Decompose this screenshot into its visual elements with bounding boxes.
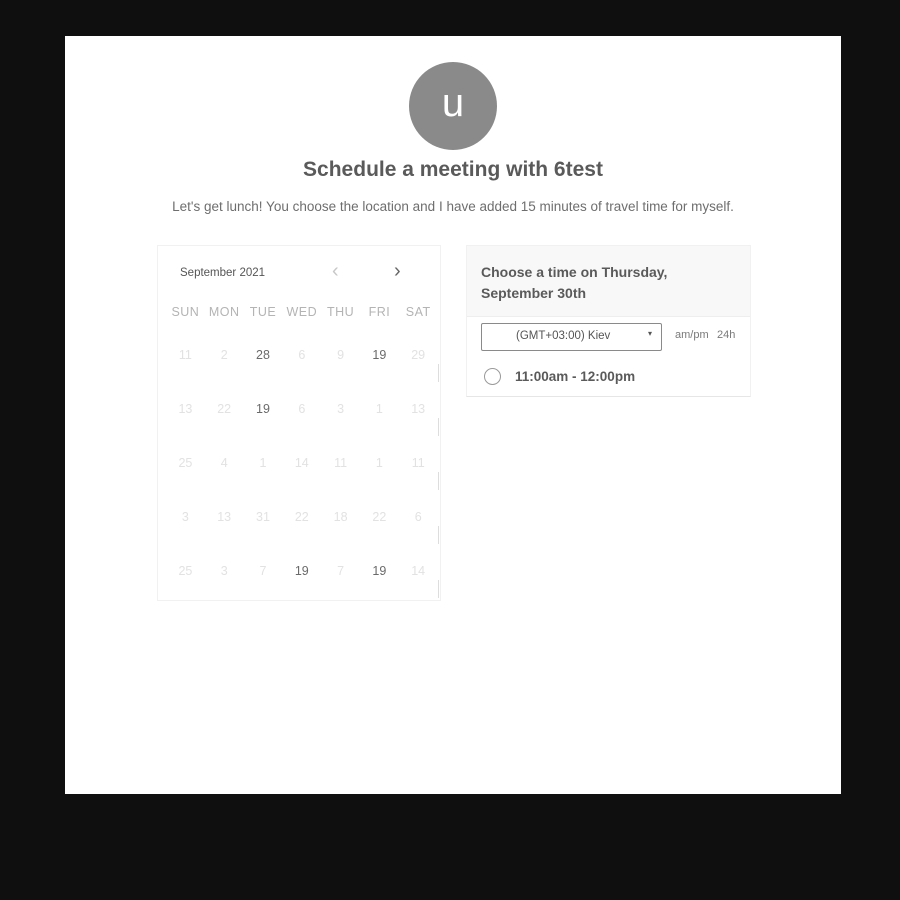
- calendar-day: 25: [178, 456, 193, 470]
- calendar-day: 13: [178, 402, 193, 416]
- date-picker-calendar: September 2021 ‹ › SUN MON TUE WED THU F…: [157, 245, 441, 601]
- weekday-label: MON: [208, 305, 240, 319]
- calendar-day: 18: [333, 510, 348, 524]
- calendar-day: 14: [411, 564, 426, 578]
- calendar-day: 31: [256, 510, 270, 524]
- calendar-day: 29: [411, 348, 426, 362]
- weekday-label: FRI: [368, 305, 391, 319]
- calendar-day[interactable]: 28: [244, 348, 283, 362]
- row-divider-tick: [438, 364, 439, 382]
- calendar-month-label: September 2021: [180, 267, 266, 279]
- ampm-format-toggle[interactable]: am/pm: [675, 329, 709, 341]
- time-slot-option[interactable]: 11:00am - 12:00pm: [484, 365, 635, 387]
- weekday-header-row: SUN MON TUE WED THU FRI SAT: [166, 305, 438, 319]
- host-avatar: u: [409, 62, 497, 150]
- calendar-day: 3: [337, 402, 345, 416]
- calendar-day: 11: [334, 456, 348, 470]
- calendar-day[interactable]: 19: [360, 564, 399, 578]
- next-month-chevron-icon[interactable]: ›: [394, 260, 401, 283]
- calendar-day: 22: [372, 510, 387, 524]
- calendar-week-row: 3 13 31 22 18 22 6: [166, 490, 439, 544]
- calendar-day: 1: [375, 402, 383, 416]
- calendar-day: 6: [414, 510, 422, 524]
- calendar-day: 13: [217, 510, 232, 524]
- calendar-day: 22: [294, 510, 309, 524]
- time-slot-label: 11:00am - 12:00pm: [515, 368, 636, 384]
- calendar-day: 3: [181, 510, 189, 524]
- timezone-value: (GMT+03:00) Kiev: [516, 330, 611, 342]
- selected-date-heading: Choose a time on Thursday, September 30t…: [481, 264, 668, 301]
- calendar-day: 14: [294, 456, 309, 470]
- calendar-day: 2: [220, 348, 228, 362]
- weekday-label: WED: [286, 305, 318, 319]
- calendar-week-row: 11 2 28 6 9 19 29: [166, 328, 439, 382]
- calendar-week-row: 25 4 1 14 11 1 11: [166, 436, 439, 490]
- calendar-day: 4: [220, 456, 228, 470]
- calendar-day: 9: [337, 348, 345, 362]
- calendar-day: 11: [411, 456, 425, 470]
- calendar-day: 1: [375, 456, 383, 470]
- caret-down-icon: ▾: [647, 329, 652, 338]
- previous-month-chevron-icon[interactable]: ‹: [332, 260, 339, 283]
- calendar-day: 11: [178, 348, 192, 362]
- calendar-day[interactable]: 19: [244, 402, 283, 416]
- calendar-day: 13: [411, 402, 426, 416]
- calendar-week-row: 13 22 19 6 3 1 13: [166, 382, 439, 436]
- timezone-select[interactable]: (GMT+03:00) Kiev ▾: [481, 323, 662, 351]
- calendar-day-grid: 11 2 28 6 9 19 29 13 22 19 6 3 1 13 25 4 1 14 11 1 11 3 13 31 22…: [166, 328, 439, 598]
- calendar-day: 25: [178, 564, 193, 578]
- calendar-day: 7: [259, 564, 267, 578]
- time-panel-header: Choose a time on Thursday, September 30t…: [467, 246, 750, 317]
- calendar-day: 7: [337, 564, 345, 578]
- calendar-day: 6: [298, 348, 306, 362]
- weekday-label: THU: [326, 305, 355, 319]
- 24h-format-toggle[interactable]: 24h: [717, 329, 735, 341]
- meeting-description: Let's get lunch! You choose the location…: [172, 199, 734, 214]
- radio-button-icon[interactable]: [484, 367, 501, 385]
- weekday-label: SAT: [405, 305, 431, 319]
- weekday-label: TUE: [249, 305, 277, 319]
- row-divider-tick: [438, 472, 439, 490]
- page-title: Schedule a meeting with 6test: [303, 158, 603, 181]
- booking-card: u Schedule a meeting with 6test Let's ge…: [65, 36, 841, 794]
- row-divider-tick: [438, 526, 439, 544]
- calendar-day: 6: [298, 402, 306, 416]
- calendar-day: 22: [217, 402, 232, 416]
- calendar-day: 1: [259, 456, 267, 470]
- weekday-label: SUN: [171, 305, 200, 319]
- row-divider-tick: [438, 418, 439, 436]
- calendar-day[interactable]: 19: [360, 348, 399, 362]
- row-divider-tick: [438, 580, 439, 598]
- calendar-day[interactable]: 19: [282, 564, 321, 578]
- calendar-week-row: 25 3 7 19 7 19 14: [166, 544, 439, 598]
- time-selection-panel: Choose a time on Thursday, September 30t…: [466, 245, 751, 397]
- calendar-day: 3: [220, 564, 228, 578]
